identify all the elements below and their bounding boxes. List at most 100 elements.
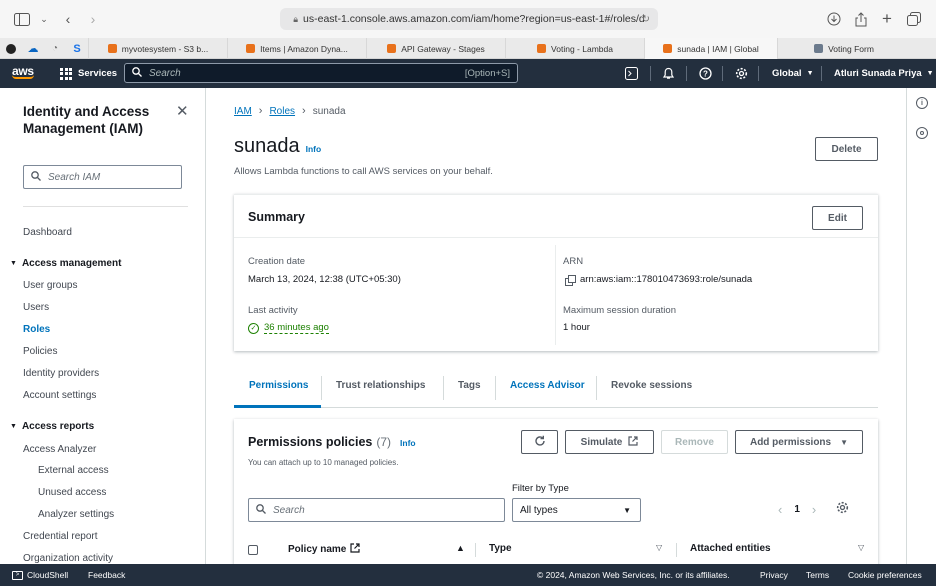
sidebar-item-dashboard[interactable]: Dashboard	[23, 227, 72, 238]
bell-icon[interactable]	[660, 65, 676, 82]
cookie-preferences-link[interactable]: Cookie preferences	[848, 564, 922, 586]
last-activity-value[interactable]: ✓ 36 minutes ago	[248, 322, 329, 334]
add-permissions-button[interactable]: Add permissions ▼	[735, 430, 863, 454]
aws-search-input[interactable]: Search [Option+S]	[124, 63, 518, 83]
last-activity-text: 36 minutes ago	[264, 322, 329, 334]
back-icon[interactable]: ‹	[58, 9, 78, 29]
sidebar-title: Identity and Access Management (IAM)	[23, 104, 150, 136]
delete-button[interactable]: Delete	[815, 137, 878, 161]
region-selector[interactable]: Global ▼	[772, 59, 814, 88]
sidebar-item-roles[interactable]: Roles	[23, 324, 50, 335]
share-icon[interactable]	[851, 9, 871, 29]
settings-gear-icon[interactable]	[836, 501, 849, 517]
tab-permissions[interactable]: Permissions	[249, 380, 308, 391]
sidebar-toggle-icon[interactable]	[12, 9, 32, 29]
account-menu[interactable]: Atluri Sunada Priya ▼	[834, 59, 934, 88]
new-tab-icon[interactable]: +	[877, 9, 897, 29]
tab-lambda[interactable]: Voting - Lambda	[505, 38, 644, 59]
info-link[interactable]: Info	[400, 438, 416, 448]
aws-logo[interactable]: aws	[12, 64, 34, 79]
sidebar-item-credential-report[interactable]: Credential report	[23, 531, 97, 542]
services-label: Services	[78, 68, 118, 79]
select-all-checkbox[interactable]	[248, 545, 258, 555]
column-type[interactable]: Type	[489, 543, 512, 554]
current-page[interactable]: 1	[794, 504, 800, 515]
tab-revoke-sessions[interactable]: Revoke sessions	[611, 380, 692, 391]
pinned-tab-s[interactable]: S	[66, 38, 88, 59]
download-icon[interactable]	[824, 9, 844, 29]
url-bar[interactable]: 🔒︎ us-east-1.console.aws.amazon.com/iam/…	[280, 8, 658, 30]
sidebar-item-external-access[interactable]: External access	[38, 465, 109, 476]
close-icon[interactable]: ✕	[176, 102, 189, 120]
cloudshell-button[interactable]: > CloudShell	[12, 564, 68, 586]
sidebar-item-identity-providers[interactable]: Identity providers	[23, 368, 99, 379]
sidebar-item-policies[interactable]: Policies	[23, 346, 57, 357]
sidebar-item-unused-access[interactable]: Unused access	[38, 487, 106, 498]
tab-trust-relationships[interactable]: Trust relationships	[336, 380, 425, 391]
chevron-right-icon: ›	[302, 105, 306, 117]
tab-access-advisor[interactable]: Access Advisor	[510, 380, 585, 391]
search-shortcut: [Option+S]	[464, 67, 510, 79]
sidebar-item-organization-activity[interactable]: Organization activity	[23, 553, 113, 564]
cloudshell-label: CloudShell	[27, 570, 69, 580]
policy-search-input[interactable]: Search	[248, 498, 505, 522]
copy-icon[interactable]	[565, 274, 576, 286]
remove-button[interactable]: Remove	[661, 430, 728, 454]
services-button[interactable]: Services	[60, 59, 117, 88]
gear-icon[interactable]	[733, 65, 749, 82]
terms-link[interactable]: Terms	[806, 564, 829, 586]
breadcrumb-iam[interactable]: IAM	[234, 106, 252, 117]
pinned-tab-cloud[interactable]: ☁	[22, 38, 44, 59]
forward-icon[interactable]: ›	[83, 9, 103, 29]
tab-s3[interactable]: myvotesystem - S3 b...	[88, 38, 227, 59]
prev-page-icon[interactable]: ‹	[778, 502, 782, 517]
column-attached-entities[interactable]: Attached entities	[690, 543, 771, 554]
tab-tags[interactable]: Tags	[458, 380, 481, 391]
next-page-icon[interactable]: ›	[812, 502, 816, 517]
tab-dynamodb[interactable]: Items | Amazon Dyna...	[227, 38, 366, 59]
reload-icon[interactable]: ↻	[642, 14, 650, 25]
sidebar-item-access-analyzer[interactable]: Access Analyzer	[23, 444, 96, 455]
refresh-button[interactable]	[521, 430, 558, 454]
sort-icon[interactable]: ▽	[656, 543, 662, 552]
tab-bar: ☁ ◔ S myvotesystem - S3 b... Items | Ama…	[0, 38, 936, 59]
breadcrumb-roles[interactable]: Roles	[269, 106, 295, 117]
simulate-button[interactable]: Simulate	[565, 430, 654, 454]
sidebar-item-analyzer-settings[interactable]: Analyzer settings	[38, 509, 114, 520]
edit-button[interactable]: Edit	[812, 206, 863, 230]
column-policy-name[interactable]: Policy name	[288, 543, 360, 556]
feedback-panel-icon[interactable]	[916, 127, 928, 139]
tab-voting-form[interactable]: Voting Form	[777, 38, 910, 59]
sidebar-item-users[interactable]: Users	[23, 302, 49, 313]
info-link[interactable]: Info	[306, 144, 322, 154]
sort-ascending-icon[interactable]: ▲	[456, 543, 465, 553]
sidebar-section-access-reports[interactable]: ▼ Access reports	[10, 421, 94, 432]
role-description: Allows Lambda functions to call AWS serv…	[234, 166, 493, 177]
tab-api-gateway[interactable]: API Gateway - Stages	[366, 38, 505, 59]
chevron-down-icon[interactable]: ⌄	[34, 9, 54, 29]
pinned-tab-clock[interactable]: ◔	[44, 38, 66, 59]
help-icon[interactable]: ?	[697, 65, 713, 82]
sidebar-item-user-groups[interactable]: User groups	[23, 280, 77, 291]
tab-divider	[443, 376, 444, 400]
tab-divider	[495, 376, 496, 400]
cloudshell-icon[interactable]	[624, 65, 638, 82]
column-divider	[475, 543, 476, 557]
sort-icon[interactable]: ▽	[858, 543, 864, 552]
caret-down-icon: ▼	[623, 505, 631, 515]
tab-iam[interactable]: sunada | IAM | Global	[644, 38, 777, 59]
pinned-tab-github[interactable]	[0, 38, 22, 59]
active-tab-indicator	[234, 405, 321, 408]
info-panel-icon[interactable]: i	[916, 97, 928, 109]
chevron-right-icon: ›	[258, 105, 263, 117]
simulate-label: Simulate	[580, 436, 623, 448]
type-filter-select[interactable]: All types ▼	[512, 498, 641, 522]
nav-divider	[686, 66, 687, 81]
sidebar-section-access-management[interactable]: ▼ Access management	[10, 258, 121, 269]
sidebar-item-account-settings[interactable]: Account settings	[23, 390, 96, 401]
feedback-link[interactable]: Feedback	[88, 564, 125, 586]
nav-divider	[650, 66, 651, 81]
tab-overview-icon[interactable]	[904, 9, 924, 29]
sidebar-search-input[interactable]: Search IAM	[23, 165, 182, 189]
privacy-link[interactable]: Privacy	[760, 564, 788, 586]
